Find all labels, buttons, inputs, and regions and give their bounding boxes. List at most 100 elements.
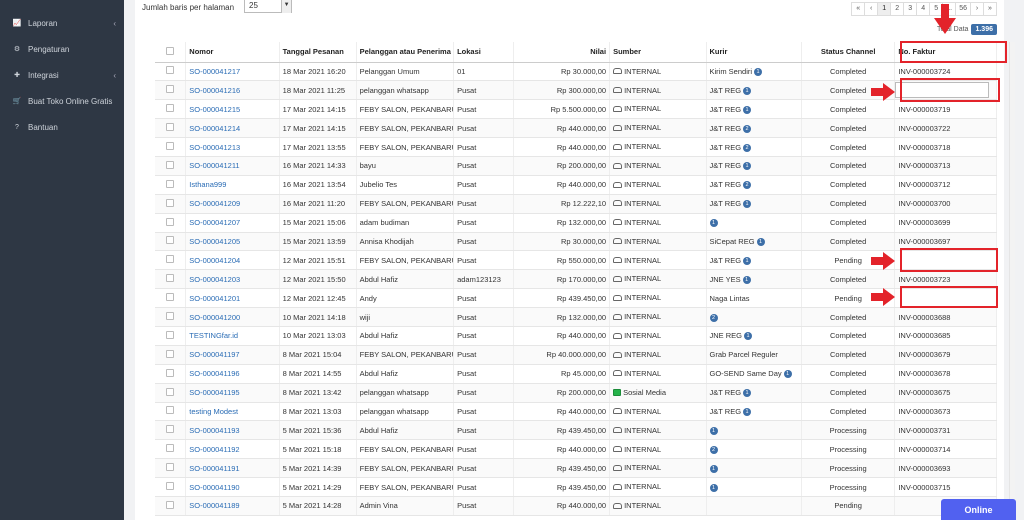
- courier-count-badge[interactable]: 2: [743, 143, 752, 152]
- column-header-pelanggan[interactable]: Pelanggan atau Penerima: [356, 42, 455, 63]
- rows-per-page-select[interactable]: 25 ▼: [244, 0, 293, 13]
- order-number-link[interactable]: SO-000041197: [189, 350, 239, 359]
- row-checkbox[interactable]: [166, 217, 175, 226]
- order-number-link[interactable]: SO-000041215: [189, 105, 240, 114]
- page-button-2[interactable]: 2: [890, 2, 905, 16]
- order-number-link[interactable]: SO-000041213: [189, 143, 240, 152]
- page-button-last-number[interactable]: 56: [955, 2, 971, 16]
- courier-count-badge[interactable]: 2: [743, 124, 752, 133]
- order-number-link[interactable]: SO-000041193: [189, 426, 239, 435]
- courier-count-badge[interactable]: 1: [744, 332, 753, 341]
- row-checkbox[interactable]: [166, 160, 175, 169]
- sidebar-item-integrasi[interactable]: ✚ Integrasi ‹: [0, 62, 124, 88]
- table-row[interactable]: TESTINGfar.id 10 Mar 2021 13:03 Abdul Hafi…: [155, 326, 997, 346]
- courier-count-badge[interactable]: 1: [783, 370, 792, 379]
- order-number-link[interactable]: SO-000041196: [189, 369, 239, 378]
- order-number-link[interactable]: SO-000041211: [189, 161, 239, 170]
- table-row[interactable]: SO-000041192 5 Mar 2021 15:18 FEBY SALON, …: [155, 439, 997, 460]
- row-checkbox[interactable]: [166, 312, 175, 321]
- courier-count-badge[interactable]: 1: [743, 389, 752, 398]
- column-header-nilai[interactable]: Nilai: [513, 42, 611, 63]
- order-number-link[interactable]: TESTINGfar.id: [189, 331, 238, 340]
- row-checkbox[interactable]: [166, 198, 175, 207]
- row-checkbox[interactable]: [166, 387, 175, 396]
- courier-count-badge[interactable]: 2: [709, 445, 718, 454]
- table-row[interactable]: SO-000041195 8 Mar 2021 13:42 pelanggan wh…: [155, 383, 997, 403]
- sidebar-item-laporan[interactable]: 📈 Laporan ‹: [0, 10, 124, 36]
- courier-count-badge[interactable]: 1: [709, 464, 718, 473]
- order-number-link[interactable]: SO-000041189: [189, 501, 239, 510]
- courier-count-badge[interactable]: 2: [709, 313, 718, 322]
- row-checkbox[interactable]: [166, 104, 175, 113]
- courier-count-badge[interactable]: 1: [742, 275, 751, 284]
- courier-count-badge[interactable]: 1: [743, 256, 752, 265]
- table-row[interactable]: Isthana999 16 Mar 2021 13:54 Jubelio Tes Pu…: [155, 175, 997, 195]
- order-number-link[interactable]: SO-000041205: [189, 237, 240, 246]
- order-number-link[interactable]: SO-000041190: [189, 483, 239, 492]
- row-checkbox[interactable]: [166, 66, 175, 75]
- order-number-link[interactable]: SO-000041203: [189, 275, 240, 284]
- table-row[interactable]: SO-000041189 5 Mar 2021 14:28 Admin Vina Pu…: [155, 496, 997, 516]
- table-row[interactable]: SO-000041190 5 Mar 2021 14:29 FEBY SALON, …: [155, 477, 997, 497]
- page-first-button[interactable]: «: [851, 2, 866, 16]
- courier-count-badge[interactable]: 1: [743, 105, 752, 114]
- page-last-button[interactable]: »: [983, 2, 997, 16]
- table-row[interactable]: SO-000041197 8 Mar 2021 15:04 FEBY SALON, …: [155, 345, 997, 365]
- row-checkbox[interactable]: [166, 482, 175, 491]
- table-row[interactable]: SO-000041200 10 Mar 2021 14:18 wiji Pusat Rp…: [155, 307, 997, 327]
- courier-count-badge[interactable]: 1: [743, 407, 752, 416]
- table-row[interactable]: SO-000041209 16 Mar 2021 11:20 FEBY SALON,…: [155, 194, 997, 214]
- page-button-4[interactable]: 4: [916, 2, 931, 16]
- column-header-nomor[interactable]: Nomor: [185, 42, 280, 63]
- order-number-link[interactable]: SO-000041201: [189, 294, 240, 303]
- vertical-scrollbar[interactable]: [1009, 42, 1015, 520]
- column-header-status-channel[interactable]: Status Channel: [801, 42, 896, 63]
- order-number-link[interactable]: SO-000041200: [189, 313, 240, 322]
- online-chat-button[interactable]: Online: [941, 499, 1016, 520]
- table-row[interactable]: SO-000041215 17 Mar 2021 14:15 FEBY SALON,…: [155, 99, 997, 120]
- courier-count-badge[interactable]: 2: [743, 181, 752, 190]
- row-checkbox[interactable]: [166, 349, 175, 358]
- row-checkbox[interactable]: [166, 463, 175, 472]
- table-row[interactable]: SO-000041213 17 Mar 2021 13:55 FEBY SALON,…: [155, 137, 997, 157]
- row-checkbox[interactable]: [166, 274, 175, 283]
- table-row[interactable]: SO-000041203 12 Mar 2021 15:50 Abdul Hafiz…: [155, 269, 997, 290]
- table-row[interactable]: SO-000041205 15 Mar 2021 13:59 Annisa Khod…: [155, 232, 997, 252]
- courier-count-badge[interactable]: 1: [743, 86, 752, 95]
- order-number-link[interactable]: SO-000041217: [189, 67, 240, 76]
- row-checkbox[interactable]: [166, 500, 175, 509]
- page-next-button[interactable]: ›: [970, 2, 984, 16]
- table-row[interactable]: testing Modest 8 Mar 2021 13:03 pelanggan …: [155, 402, 997, 422]
- row-checkbox[interactable]: [166, 179, 175, 188]
- order-number-link[interactable]: SO-000041192: [189, 445, 239, 454]
- column-header-tanggal-pesanan[interactable]: Tanggal Pesanan: [279, 42, 357, 63]
- table-row[interactable]: SO-000041211 16 Mar 2021 14:33 bayu Pusat Rp…: [155, 156, 997, 176]
- table-row[interactable]: SO-000041193 5 Mar 2021 15:36 Abdul Hafiz P…: [155, 420, 997, 441]
- table-row[interactable]: SO-000041217 18 Mar 2021 16:20 Pelanggan U…: [155, 62, 997, 82]
- order-number-link[interactable]: SO-000041207: [189, 218, 240, 227]
- row-checkbox[interactable]: [166, 123, 175, 132]
- column-header-kurir[interactable]: Kurir: [706, 42, 802, 63]
- row-checkbox[interactable]: [166, 444, 175, 453]
- page-button-3[interactable]: 3: [903, 2, 918, 16]
- row-checkbox[interactable]: [166, 330, 175, 339]
- row-checkbox[interactable]: [166, 368, 175, 377]
- courier-count-badge[interactable]: 1: [756, 237, 765, 246]
- order-number-link[interactable]: SO-000041204: [189, 256, 240, 265]
- sidebar-item-bantuan[interactable]: ? Bantuan: [0, 114, 124, 140]
- sidebar-item-pengaturan[interactable]: ⚙ Pengaturan: [0, 36, 124, 62]
- order-number-link[interactable]: SO-000041195: [189, 388, 239, 397]
- row-checkbox[interactable]: [166, 425, 175, 434]
- row-checkbox[interactable]: [166, 293, 175, 302]
- column-header-lokasi[interactable]: Lokasi: [453, 42, 514, 63]
- row-checkbox[interactable]: [166, 406, 175, 415]
- courier-count-badge[interactable]: 1: [743, 200, 752, 209]
- courier-count-badge[interactable]: 1: [743, 162, 752, 171]
- page-button-1[interactable]: 1: [877, 2, 892, 16]
- courier-count-badge[interactable]: 1: [709, 219, 718, 228]
- row-checkbox[interactable]: [166, 255, 175, 264]
- order-number-link[interactable]: SO-000041216: [189, 86, 240, 95]
- courier-count-badge[interactable]: 1: [709, 426, 718, 435]
- order-number-link[interactable]: SO-000041214: [189, 124, 240, 133]
- column-header-sumber[interactable]: Sumber: [609, 42, 707, 63]
